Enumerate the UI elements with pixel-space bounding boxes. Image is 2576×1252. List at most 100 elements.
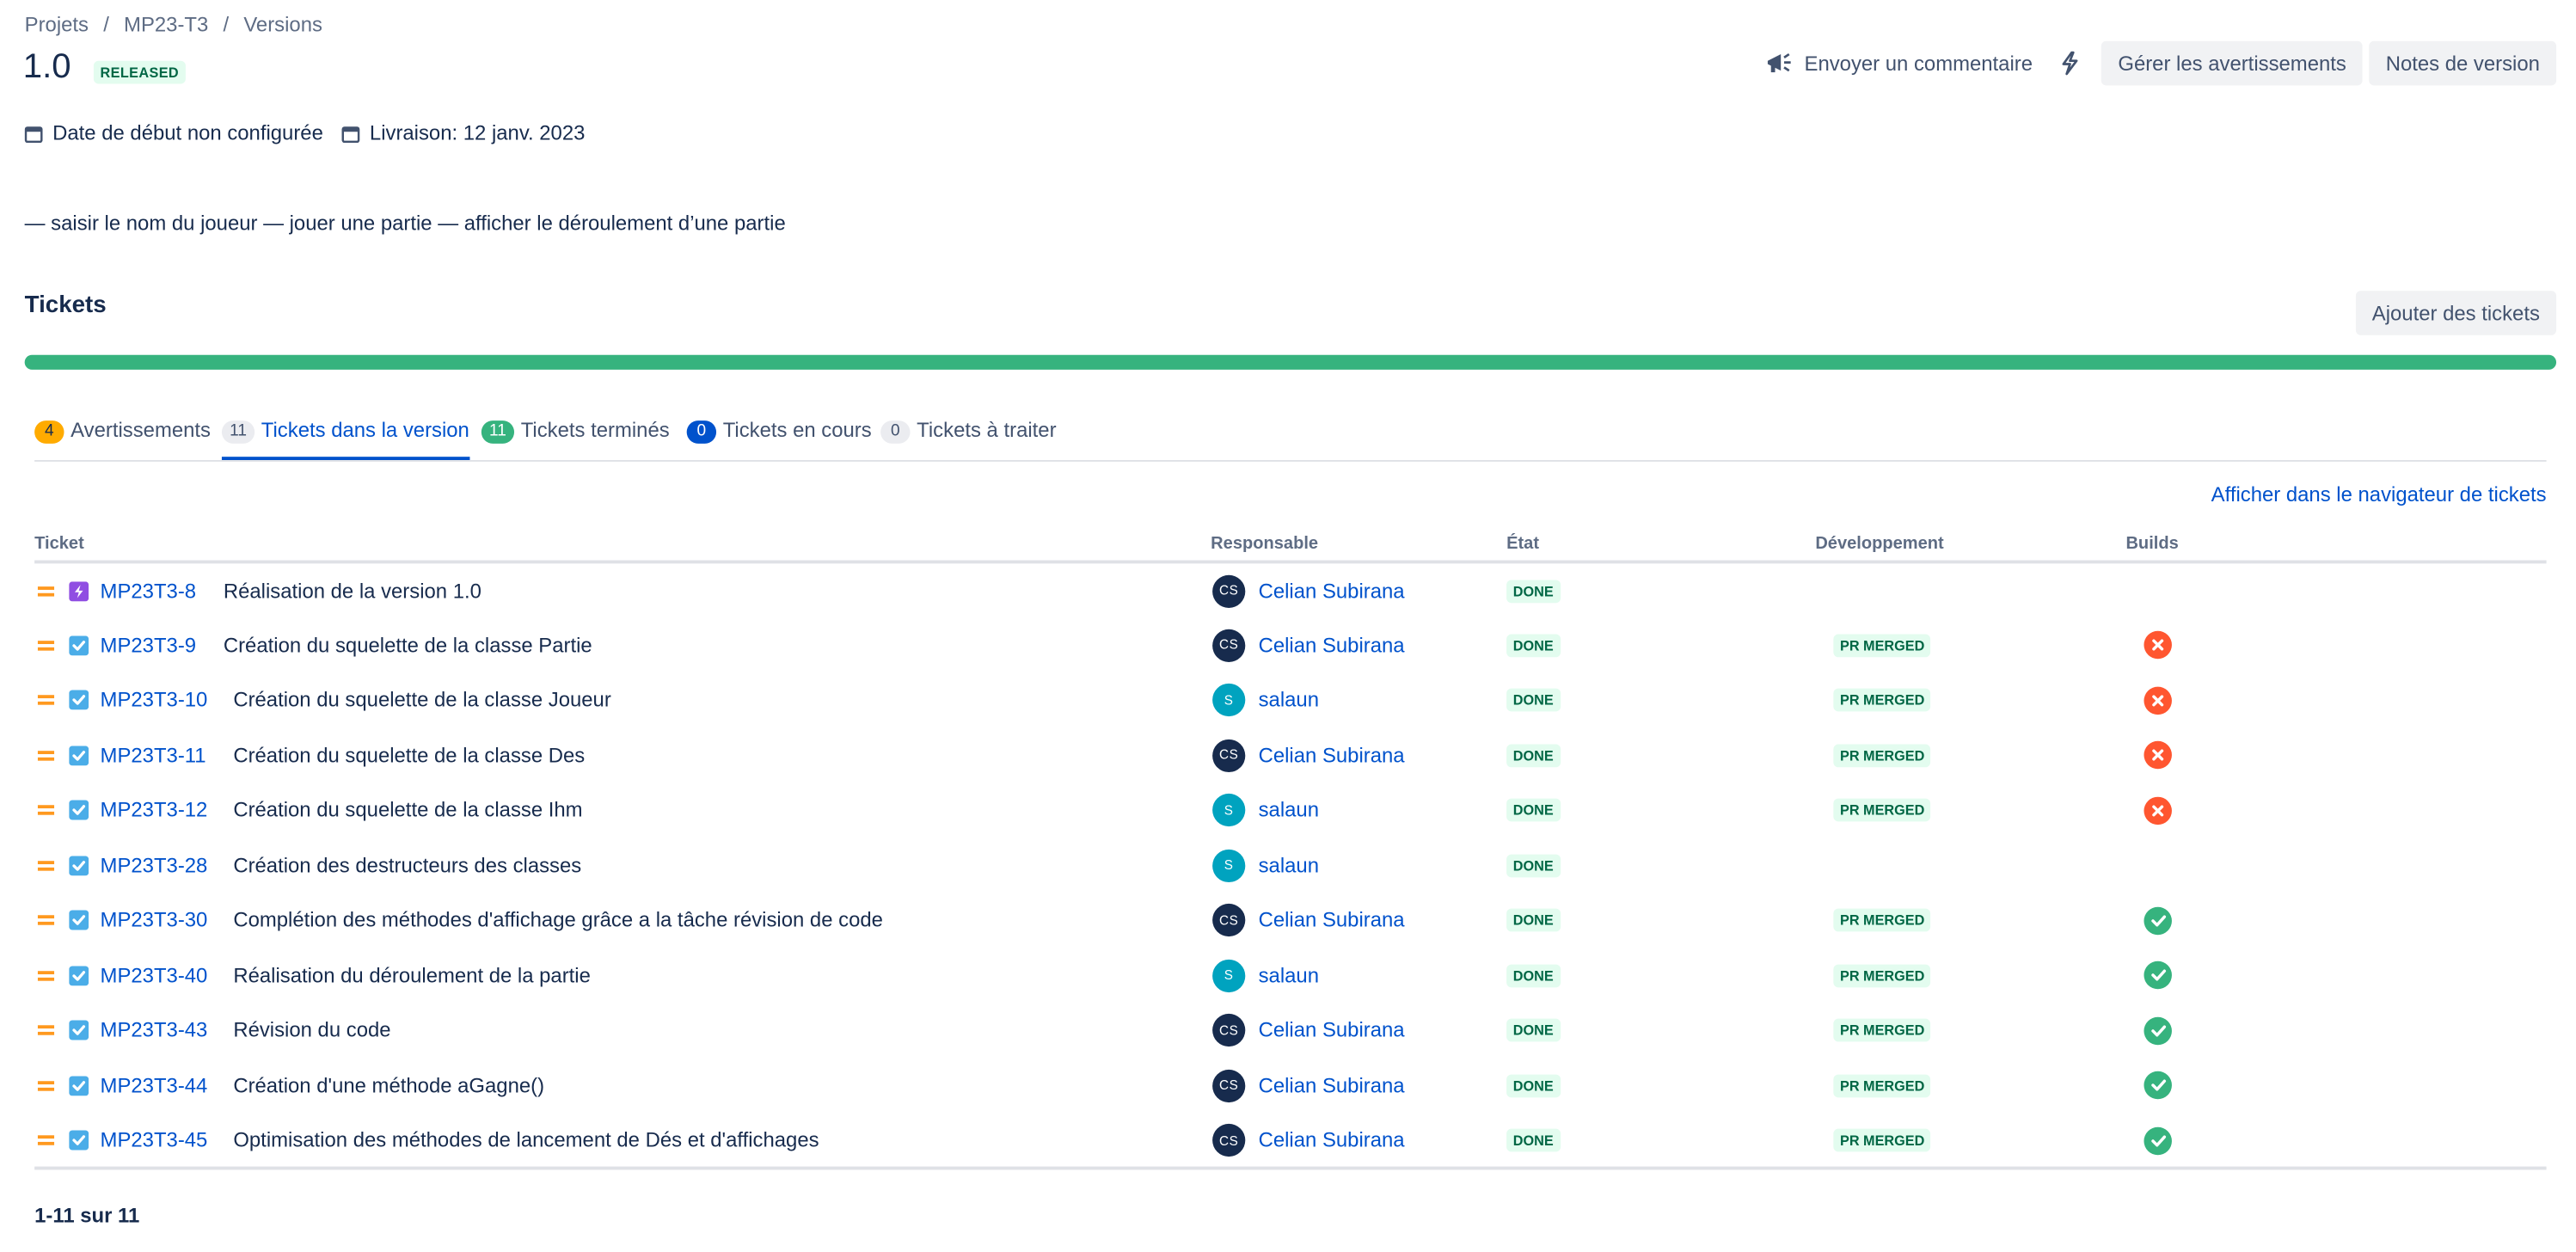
build-success-icon[interactable]	[2144, 906, 2172, 935]
status-lozenge: DONE	[1506, 1128, 1561, 1152]
feedback-button[interactable]: Envoyer un commentaire	[1753, 41, 2045, 86]
tab-tickets-done[interactable]: 11 Tickets terminés	[481, 419, 670, 458]
assignee-name-link[interactable]: salaun	[1259, 854, 1319, 877]
ticket-key-link[interactable]: MP23T3-12	[101, 783, 208, 838]
build-cell	[2144, 673, 2172, 727]
tab-label: Tickets en cours	[722, 419, 872, 442]
pr-merged-lozenge[interactable]: PR MERGED	[1833, 1128, 1931, 1152]
pr-merged-lozenge[interactable]: PR MERGED	[1833, 1018, 1931, 1042]
column-header-development[interactable]: Développement	[1815, 534, 1943, 554]
calendar-icon	[341, 126, 360, 143]
status-cell: DONE	[1506, 728, 1561, 782]
table-row[interactable]: MP23T3-30 Complétion des méthodes d'affic…	[34, 893, 2546, 948]
build-cell	[2144, 783, 2172, 838]
pr-merged-lozenge[interactable]: PR MERGED	[1833, 799, 1931, 822]
release-notes-button[interactable]: Notes de version	[2369, 40, 2557, 86]
assignee: CS Celian Subirana	[1212, 893, 1405, 948]
ticket-key-link[interactable]: MP23T3-44	[101, 1059, 208, 1113]
priority-medium-icon	[37, 1113, 55, 1167]
build-success-icon[interactable]	[2144, 1016, 2172, 1045]
assignee: Ssalaun	[1212, 948, 1319, 1003]
breadcrumb-projects[interactable]: Projets	[25, 13, 89, 36]
assignee-name-link[interactable]: Celian Subirana	[1259, 1019, 1405, 1042]
status-cell: DONE	[1506, 1059, 1561, 1113]
table-row[interactable]: MP23T3-45 Optimisation des méthodes de la…	[34, 1113, 2546, 1167]
assignee: CS Celian Subirana	[1212, 1113, 1405, 1167]
ticket-key-link[interactable]: MP23T3-10	[101, 673, 208, 727]
build-success-icon[interactable]	[2144, 961, 2172, 990]
ticket-key-link[interactable]: MP23T3-28	[101, 838, 208, 893]
build-success-icon[interactable]	[2144, 1071, 2172, 1100]
table-row[interactable]: MP23T3-10 Création du squelette de la cla…	[34, 673, 2546, 727]
assignee-name-link[interactable]: Celian Subirana	[1259, 909, 1405, 932]
assignee-name-link[interactable]: Celian Subirana	[1259, 1129, 1405, 1152]
ticket-summary: Réalisation du déroulement de la partie	[233, 963, 591, 987]
assignee-name-link[interactable]: salaun	[1259, 799, 1319, 822]
tab-count: 0	[880, 420, 911, 444]
build-cell	[2144, 1059, 2172, 1113]
tab-tickets-in-version[interactable]: 11 Tickets dans la version	[221, 419, 469, 460]
tab-tickets-to-do[interactable]: 0 Tickets à traiter	[880, 419, 1057, 458]
development-cell: PR MERGED	[1833, 948, 1931, 1003]
automation-button[interactable]	[2052, 41, 2088, 86]
tab-warnings[interactable]: 4 Avertissements	[34, 419, 211, 458]
add-tickets-button[interactable]: Ajouter des tickets	[2355, 291, 2557, 335]
pr-merged-lozenge[interactable]: PR MERGED	[1833, 689, 1931, 713]
build-cell	[2144, 728, 2172, 782]
column-header-builds[interactable]: Builds	[2125, 534, 2178, 554]
ticket-key-link[interactable]: MP23T3-11	[101, 728, 206, 782]
status-cell: DONE	[1506, 783, 1561, 838]
build-cell	[2144, 618, 2172, 672]
manage-warnings-button[interactable]: Gérer les avertissements	[2101, 40, 2363, 86]
table-row[interactable]: MP23T3-44 Création d'une méthode aGagne()…	[34, 1059, 2546, 1113]
ticket-key-link[interactable]: MP23T3-30	[101, 893, 208, 948]
development-cell: PR MERGED	[1833, 893, 1931, 948]
ticket-summary: Création d'une méthode aGagne()	[233, 1073, 545, 1097]
column-header-status[interactable]: État	[1506, 534, 1539, 554]
table-row[interactable]: MP23T3-11 Création du squelette de la cla…	[34, 728, 2546, 782]
avatar: S	[1212, 959, 1246, 992]
breadcrumb-separator: /	[103, 13, 109, 37]
ticket-key-link[interactable]: MP23T3-40	[101, 948, 208, 1003]
ticket-summary: Création du squelette de la classe Joueu…	[233, 689, 611, 713]
build-success-icon[interactable]	[2144, 1126, 2172, 1155]
assignee-name-link[interactable]: Celian Subirana	[1259, 744, 1405, 767]
build-failed-icon[interactable]	[2144, 686, 2172, 715]
breadcrumb-separator: /	[223, 13, 230, 37]
table-row[interactable]: MP23T3-43 Révision du code CS Celian Subira…	[34, 1003, 2546, 1058]
tab-tickets-in-progress[interactable]: 0 Tickets en cours	[686, 419, 872, 458]
ticket-summary: Optimisation des méthodes de lancement d…	[233, 1128, 819, 1152]
build-failed-icon[interactable]	[2144, 796, 2172, 825]
column-header-ticket[interactable]: Ticket	[34, 534, 84, 554]
build-failed-icon[interactable]	[2144, 741, 2172, 770]
table-row[interactable]: MP23T3-40 Réalisation du déroulement de l…	[34, 948, 2546, 1003]
assignee-name-link[interactable]: salaun	[1259, 964, 1319, 987]
breadcrumb-project[interactable]: MP23-T3	[124, 13, 208, 36]
avatar: S	[1212, 849, 1246, 882]
ticket-key-link[interactable]: MP23T3-9	[101, 618, 197, 672]
assignee-name-link[interactable]: Celian Subirana	[1259, 1074, 1405, 1097]
table-row[interactable]: MP23T3-9 Création du squelette de la clas…	[34, 618, 2546, 672]
pr-merged-lozenge[interactable]: PR MERGED	[1833, 908, 1931, 932]
task-icon	[69, 838, 89, 893]
pr-merged-lozenge[interactable]: PR MERGED	[1833, 744, 1931, 767]
ticket-key-link[interactable]: MP23T3-43	[101, 1003, 208, 1058]
ticket-summary: Création du squelette de la classe Ihm	[233, 799, 583, 822]
pr-merged-lozenge[interactable]: PR MERGED	[1833, 963, 1931, 987]
build-failed-icon[interactable]	[2144, 631, 2172, 660]
table-row[interactable]: MP23T3-28 Création des destructeurs des c…	[34, 838, 2546, 893]
assignee: Ssalaun	[1212, 783, 1319, 838]
table-row[interactable]: MP23T3-12 Création du squelette de la cla…	[34, 783, 2546, 838]
pr-merged-lozenge[interactable]: PR MERGED	[1833, 634, 1931, 658]
column-header-assignee[interactable]: Responsable	[1211, 534, 1318, 554]
assignee-name-link[interactable]: Celian Subirana	[1259, 634, 1405, 657]
assignee-name-link[interactable]: salaun	[1259, 689, 1319, 712]
ticket-key-link[interactable]: MP23T3-45	[101, 1113, 208, 1167]
table-row[interactable]: MP23T3-8 Réalisation de la version 1.0 CS C…	[34, 563, 2546, 617]
breadcrumb-versions[interactable]: Versions	[243, 13, 322, 36]
issue-navigator-link[interactable]: Afficher dans le navigateur de tickets	[2211, 483, 2547, 506]
pr-merged-lozenge[interactable]: PR MERGED	[1833, 1073, 1931, 1097]
status-lozenge: DONE	[1506, 744, 1561, 767]
ticket-key-link[interactable]: MP23T3-8	[101, 563, 197, 617]
assignee-name-link[interactable]: Celian Subirana	[1259, 580, 1405, 603]
